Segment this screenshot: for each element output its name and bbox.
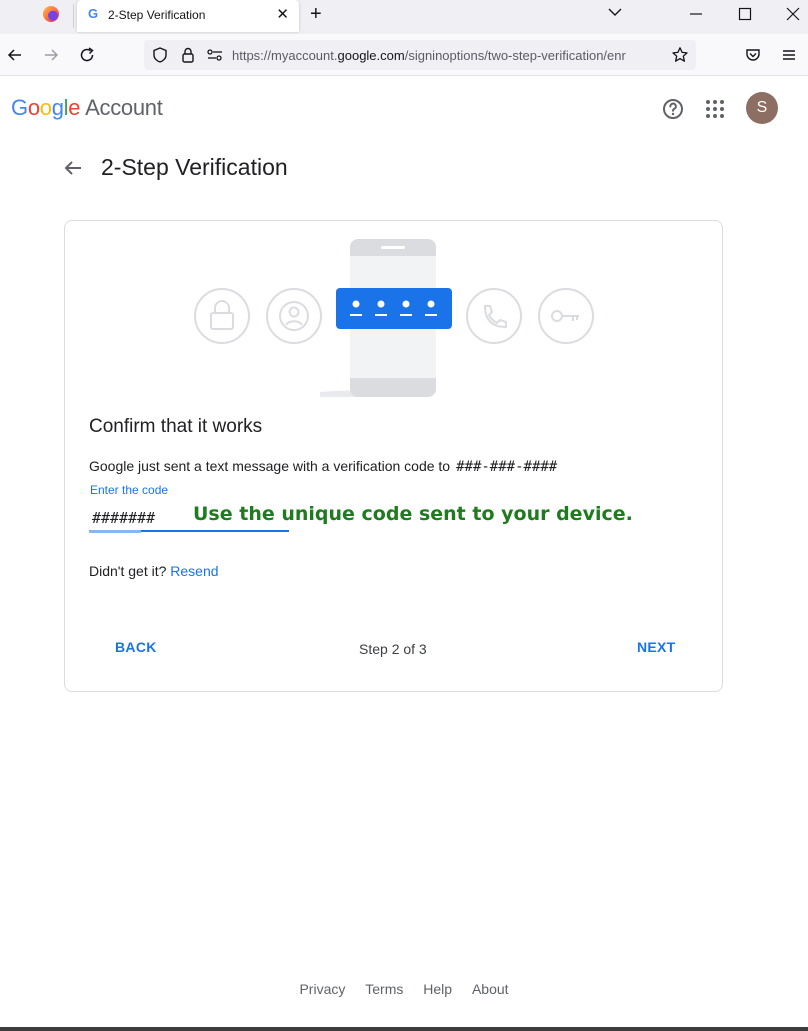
verification-illustration: [194, 239, 594, 397]
card-heading: Confirm that it works: [89, 416, 263, 437]
minimize-icon[interactable]: [686, 4, 706, 24]
plus-icon[interactable]: +: [310, 2, 322, 26]
close-icon[interactable]: [783, 4, 803, 24]
browser-nav-bar: https://myaccount.google.com/signinoptio…: [0, 34, 808, 76]
firefox-icon: [43, 6, 59, 22]
back-arrow-icon[interactable]: [61, 156, 85, 180]
code-hint-annotation: Use the unique code sent to your device.: [193, 503, 633, 525]
page-title: 2-Step Verification: [101, 154, 288, 180]
help-icon[interactable]: [661, 97, 685, 121]
apps-grid-icon[interactable]: [703, 97, 727, 121]
shield-icon[interactable]: [151, 46, 169, 64]
step-indicator: Step 2 of 3: [359, 641, 427, 657]
window-bottom-edge: [0, 1027, 808, 1031]
code-input-focus-indicator: [89, 530, 141, 533]
resend-link[interactable]: Resend: [170, 563, 218, 579]
resend-prompt: Didn't get it?: [89, 563, 167, 579]
next-button[interactable]: NEXT: [637, 639, 676, 655]
google-account-logo[interactable]: Google Account: [11, 95, 163, 121]
tab-title: 2-Step Verification: [108, 8, 206, 22]
verification-card: Confirm that it works Google just sent a…: [64, 220, 723, 692]
resend-row: Didn't get it? Resend: [89, 563, 219, 579]
google-favicon: G: [88, 6, 99, 21]
close-icon[interactable]: ✕: [276, 6, 289, 24]
code-dots-icon: [336, 288, 452, 329]
code-field-label: Enter the code: [90, 483, 169, 497]
footer-link-about[interactable]: About: [472, 981, 509, 997]
phone-icon: [466, 288, 522, 344]
footer-link-help[interactable]: Help: [423, 981, 452, 997]
url-text[interactable]: https://myaccount.google.com/signinoptio…: [232, 48, 664, 63]
lock-icon: [194, 288, 250, 344]
person-icon: [266, 288, 322, 344]
back-arrow-icon[interactable]: [6, 46, 24, 64]
card-description: Google just sent a text message with a v…: [89, 458, 557, 475]
browser-tab-bar: G 2-Step Verification ✕ +: [0, 0, 808, 34]
menu-icon[interactable]: [780, 46, 798, 64]
forward-arrow-icon[interactable]: [42, 46, 60, 64]
pocket-icon[interactable]: [744, 46, 762, 64]
footer-link-privacy[interactable]: Privacy: [299, 981, 345, 997]
star-icon[interactable]: [671, 46, 689, 64]
browser-tab[interactable]: G 2-Step Verification ✕: [77, 0, 299, 32]
page-footer: Privacy Terms Help About: [0, 981, 808, 997]
avatar[interactable]: S: [746, 92, 778, 124]
key-icon: [538, 288, 594, 344]
masked-phone-number: ###-###-####: [456, 459, 558, 475]
chevron-down-icon[interactable]: [607, 4, 623, 20]
footer-link-terms[interactable]: Terms: [365, 981, 403, 997]
description-text: Google just sent a text message with a v…: [89, 458, 451, 474]
reload-icon[interactable]: [78, 46, 96, 64]
maximize-icon[interactable]: [735, 4, 755, 24]
permissions-icon[interactable]: [206, 47, 224, 63]
url-bar[interactable]: https://myaccount.google.com/signinoptio…: [144, 40, 696, 70]
tab-separator: [73, 4, 74, 28]
back-button[interactable]: BACK: [115, 639, 157, 655]
lock-icon[interactable]: [179, 46, 197, 64]
